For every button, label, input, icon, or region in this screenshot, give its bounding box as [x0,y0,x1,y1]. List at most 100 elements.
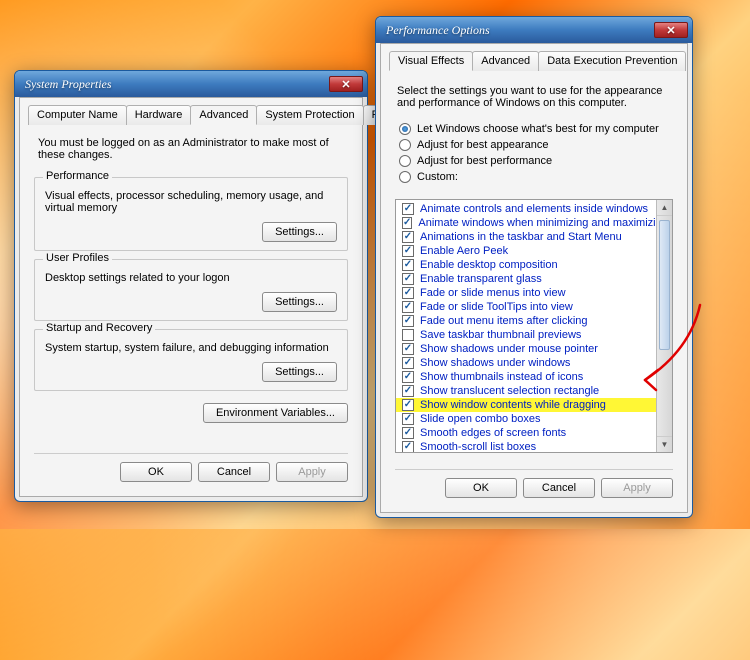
radio-icon[interactable] [399,139,411,151]
instructions: Select the settings you want to use for … [397,85,671,109]
radio-option[interactable]: Adjust for best performance [399,155,673,167]
effect-item[interactable]: Enable desktop composition [396,258,656,272]
group-desc: System startup, system failure, and debu… [45,342,337,354]
effect-item[interactable]: Fade or slide menus into view [396,286,656,300]
tabstrip: Computer NameHardwareAdvancedSystem Prot… [28,104,354,125]
effect-label: Fade out menu items after clicking [420,315,588,327]
effect-item[interactable]: Enable Aero Peek [396,244,656,258]
ok-button[interactable]: OK [120,462,192,482]
window-title: Performance Options [386,23,490,38]
group-user-profiles: User Profiles Desktop settings related t… [34,259,348,321]
effect-item[interactable]: Save taskbar thumbnail previews [396,328,656,342]
tab-advanced[interactable]: Advanced [472,51,539,71]
scroll-thumb[interactable] [659,220,670,350]
scroll-down-icon[interactable]: ▼ [657,436,672,452]
close-icon[interactable]: ✕ [329,76,363,92]
close-icon[interactable]: ✕ [654,22,688,38]
tab-data-execution-prevention[interactable]: Data Execution Prevention [538,51,686,71]
titlebar[interactable]: System Properties ✕ [15,71,367,97]
tab-hardware[interactable]: Hardware [126,105,192,125]
effect-label: Show translucent selection rectangle [420,385,599,397]
effect-item[interactable]: Enable transparent glass [396,272,656,286]
effect-label: Show window contents while dragging [420,399,606,411]
effect-item[interactable]: Animations in the taskbar and Start Menu [396,230,656,244]
performance-settings-button[interactable]: Settings... [262,222,337,242]
effect-item[interactable]: Show shadows under windows [396,356,656,370]
profiles-settings-button[interactable]: Settings... [262,292,337,312]
radio-icon[interactable] [399,171,411,183]
effect-item[interactable]: Fade or slide ToolTips into view [396,300,656,314]
checkbox-icon[interactable] [402,301,414,313]
checkbox-icon[interactable] [402,413,414,425]
effect-label: Save taskbar thumbnail previews [420,329,581,341]
tabstrip: Visual EffectsAdvancedData Execution Pre… [389,50,679,71]
radio-label: Let Windows choose what's best for my co… [417,123,659,135]
checkbox-icon[interactable] [402,273,414,285]
dialog-buttons: OK Cancel Apply [34,453,348,482]
group-legend: Performance [43,170,112,182]
radio-option[interactable]: Custom: [399,171,673,183]
checkbox-icon[interactable] [402,329,414,341]
group-legend: Startup and Recovery [43,322,155,334]
effect-label: Smooth-scroll list boxes [420,441,536,452]
cancel-button[interactable]: Cancel [523,478,595,498]
effect-item[interactable]: Slide open combo boxes [396,412,656,426]
effect-item[interactable]: Show thumbnails instead of icons [396,370,656,384]
radio-group: Let Windows choose what's best for my co… [399,123,673,183]
checkbox-icon[interactable] [402,245,414,257]
group-legend: User Profiles [43,252,112,264]
tab-computer-name[interactable]: Computer Name [28,105,127,125]
effects-listbox: Animate controls and elements inside win… [395,199,673,453]
titlebar[interactable]: Performance Options ✕ [376,17,692,43]
startup-settings-button[interactable]: Settings... [262,362,337,382]
tab-advanced[interactable]: Advanced [190,105,257,125]
checkbox-icon[interactable] [402,315,414,327]
effect-item[interactable]: Show shadows under mouse pointer [396,342,656,356]
radio-option[interactable]: Let Windows choose what's best for my co… [399,123,673,135]
checkbox-icon[interactable] [402,427,414,439]
effect-item[interactable]: Fade out menu items after clicking [396,314,656,328]
group-desc: Desktop settings related to your logon [45,272,337,284]
effect-item[interactable]: Show window contents while dragging [396,398,656,412]
admin-note: You must be logged on as an Administrato… [38,137,344,161]
performance-options-window: Performance Options ✕ Visual EffectsAdva… [375,16,693,518]
apply-button[interactable]: Apply [601,478,673,498]
checkbox-icon[interactable] [402,217,412,229]
group-performance: Performance Visual effects, processor sc… [34,177,348,251]
window-title: System Properties [25,77,112,92]
tab-system-protection[interactable]: System Protection [256,105,363,125]
effect-item[interactable]: Show translucent selection rectangle [396,384,656,398]
checkbox-icon[interactable] [402,259,414,271]
checkbox-icon[interactable] [402,385,414,397]
environment-variables-button[interactable]: Environment Variables... [203,403,348,423]
checkbox-icon[interactable] [402,287,414,299]
cancel-button[interactable]: Cancel [198,462,270,482]
effect-item[interactable]: Animate windows when minimizing and maxi… [396,216,656,230]
tab-visual-effects[interactable]: Visual Effects [389,51,473,71]
effect-label: Slide open combo boxes [420,413,540,425]
checkbox-icon[interactable] [402,357,414,369]
checkbox-icon[interactable] [402,203,414,215]
apply-button[interactable]: Apply [276,462,348,482]
effect-label: Animate controls and elements inside win… [420,203,648,215]
effect-item[interactable]: Smooth-scroll list boxes [396,440,656,452]
radio-option[interactable]: Adjust for best appearance [399,139,673,151]
group-startup-recovery: Startup and Recovery System startup, sys… [34,329,348,391]
checkbox-icon[interactable] [402,371,414,383]
ok-button[interactable]: OK [445,478,517,498]
tab-advanced-page: You must be logged on as an Administrato… [28,125,354,488]
scroll-up-icon[interactable]: ▲ [657,200,672,216]
effect-label: Fade or slide menus into view [420,287,566,299]
checkbox-icon[interactable] [402,231,414,243]
checkbox-icon[interactable] [402,399,414,411]
effect-item[interactable]: Smooth edges of screen fonts [396,426,656,440]
radio-label: Adjust for best appearance [417,139,548,151]
scrollbar[interactable]: ▲ ▼ [656,200,672,452]
effect-item[interactable]: Animate controls and elements inside win… [396,202,656,216]
checkbox-icon[interactable] [402,441,414,452]
radio-icon[interactable] [399,155,411,167]
effect-label: Show shadows under mouse pointer [420,343,598,355]
checkbox-icon[interactable] [402,343,414,355]
radio-icon[interactable] [399,123,411,135]
client-area: Visual EffectsAdvancedData Execution Pre… [380,43,688,513]
